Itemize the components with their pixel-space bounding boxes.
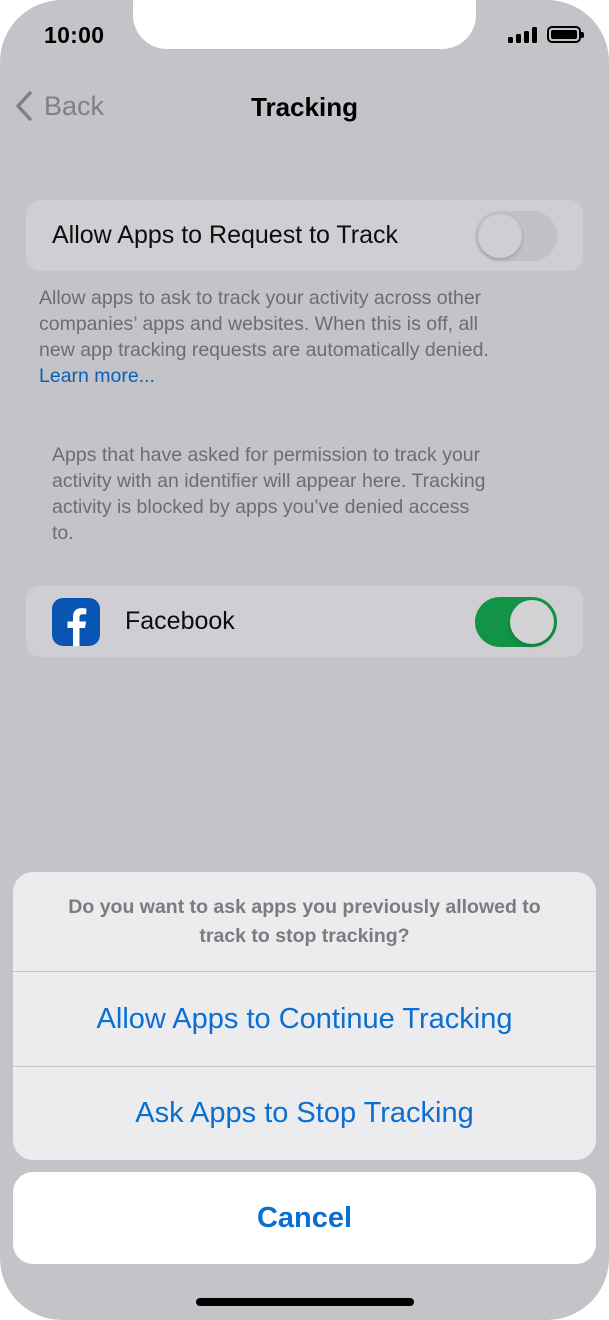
device-notch (133, 0, 476, 49)
cellular-signal-icon (508, 27, 537, 43)
allow-request-label: Allow Apps to Request to Track (52, 221, 399, 249)
facebook-tracking-toggle[interactable] (475, 596, 557, 647)
battery-icon (547, 26, 584, 43)
status-icons (508, 26, 584, 43)
facebook-icon (52, 597, 100, 646)
footnote-line: Allow apps to ask to track your activity… (39, 287, 482, 309)
footnote-line: activity is blocked by apps you’ve denie… (52, 496, 470, 518)
allow-request-footnote: Allow apps to ask to track your activity… (39, 285, 579, 389)
message-line: Do you want to ask apps you previously a… (68, 895, 541, 918)
app-row-facebook: Facebook (26, 586, 583, 657)
apps-footnote: Apps that have asked for permission to t… (52, 442, 572, 546)
footnote-line: activity with an identifier will appear … (52, 470, 486, 492)
footnote-line: to. (52, 522, 74, 544)
status-time: 10:00 (44, 22, 105, 48)
allow-request-row: Allow Apps to Request to Track (26, 200, 583, 271)
footnote-line: Apps that have asked for permission to t… (52, 444, 481, 466)
action-sheet: Do you want to ask apps you previously a… (13, 872, 596, 1160)
app-name: Facebook (125, 607, 235, 635)
footnote-line: companies’ apps and websites. When this … (39, 313, 478, 335)
cancel-button[interactable]: Cancel (13, 1172, 596, 1264)
message-line: track to stop tracking? (199, 924, 410, 947)
allow-request-toggle[interactable] (475, 210, 557, 261)
page-title: Tracking (251, 92, 358, 122)
learn-more-link[interactable]: Learn more... (39, 363, 579, 389)
action-sheet-message: Do you want to ask apps you previously a… (13, 872, 596, 972)
toggle-knob (510, 599, 554, 644)
home-indicator[interactable] (196, 1298, 414, 1306)
phone-screen: 10:00 Back Tracking Allow Apps to Reques… (0, 0, 609, 1320)
app-list-card: Facebook (26, 586, 583, 657)
footnote-line: new app tracking requests are automatica… (39, 339, 489, 361)
ask-stop-tracking-button[interactable]: Ask Apps to Stop Tracking (13, 1066, 596, 1160)
allow-continue-tracking-button[interactable]: Allow Apps to Continue Tracking (13, 972, 596, 1066)
allow-request-card: Allow Apps to Request to Track (26, 200, 583, 271)
toggle-knob (478, 213, 522, 258)
